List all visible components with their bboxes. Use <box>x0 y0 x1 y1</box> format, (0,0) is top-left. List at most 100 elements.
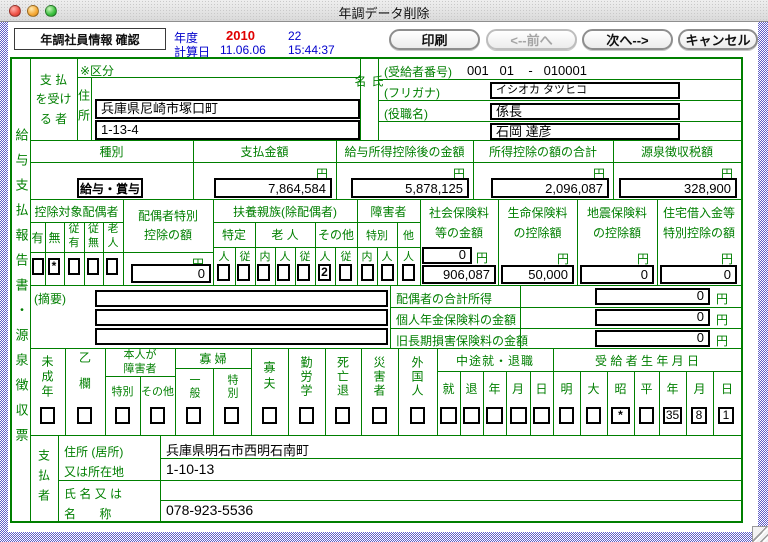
print-button[interactable]: 印刷 <box>389 29 480 50</box>
widower-checkbox[interactable] <box>262 407 277 424</box>
furigana-label: (フリガナ) <box>384 84 440 101</box>
dependents-count-box[interactable] <box>237 264 250 281</box>
housing-loan-field[interactable]: 0 <box>660 265 737 284</box>
life-insurance-field[interactable]: 50,000 <box>501 265 574 284</box>
spouse-sub-has-checkbox[interactable] <box>68 258 80 275</box>
next-button[interactable]: 次へ--> <box>582 29 673 50</box>
widow-general-checkbox[interactable] <box>186 407 201 424</box>
window-title: 年調データ削除 <box>0 3 768 22</box>
dependents-count-box[interactable] <box>339 264 352 281</box>
dependents-count-box[interactable] <box>217 264 230 281</box>
long-term-damage-field[interactable]: 0 <box>595 330 710 347</box>
self-disability-special-label: 特別 <box>105 376 140 405</box>
divider <box>160 500 741 501</box>
furigana-field[interactable]: イシオカ タツヒコ <box>490 82 680 99</box>
titlebar[interactable]: 年調データ削除 <box>0 0 768 22</box>
resize-grip[interactable] <box>752 526 768 542</box>
spouse-sub-none-checkbox[interactable] <box>87 258 99 275</box>
otsu-column-label: 乙欄 <box>65 349 105 405</box>
dependents-unit-label: 人 <box>315 247 335 264</box>
spouse-has-checkbox[interactable] <box>32 258 44 275</box>
dependents-count-box[interactable] <box>257 264 270 281</box>
yen-label: 円 <box>716 290 728 307</box>
payer-name-line2[interactable]: 078-923-5536 <box>166 502 253 518</box>
withholding-slip-table: 支 払 を受け る 者 ※区分 住所 兵庫県尼崎市塚口町 1-13-4 氏名 (… <box>10 57 743 523</box>
recipient-address-line1-field[interactable]: 兵庫県尼崎市塚口町 <box>95 99 360 119</box>
self-disability-other-checkbox[interactable] <box>150 407 165 424</box>
recipient-name-field[interactable]: 石岡 達彦 <box>490 123 680 140</box>
era-heisei-checkbox[interactable] <box>639 407 654 424</box>
minor-checkbox[interactable] <box>40 407 55 424</box>
midway-header: 中途就・退職 <box>437 349 553 371</box>
payer-address-line1[interactable]: 兵庫県明石市西明石南町 <box>166 440 309 459</box>
payment-amount-field[interactable]: 7,864,584 <box>214 178 332 198</box>
birth-year-label: 年 <box>659 371 686 405</box>
prev-button[interactable]: <--前へ <box>486 29 577 50</box>
widow-special-checkbox[interactable] <box>224 407 239 424</box>
disability-count-box[interactable] <box>361 264 374 281</box>
spouse-none-checkbox[interactable]: * <box>48 258 60 275</box>
note-line-field[interactable] <box>95 309 388 326</box>
working-student-checkbox[interactable] <box>299 407 314 424</box>
divider <box>30 252 213 253</box>
pension-premium-field[interactable]: 0 <box>595 309 710 326</box>
recipient-address-label: 住所 <box>77 77 91 141</box>
midway-month-box[interactable] <box>510 407 527 424</box>
earthquake-insurance-label: 地震保険料 の控除額 <box>577 200 657 247</box>
total-deduction-field[interactable]: 2,096,087 <box>491 178 609 198</box>
spouse-col-label: 無 <box>45 222 64 252</box>
otsu-checkbox[interactable] <box>77 407 92 424</box>
midway-year-box[interactable] <box>486 407 503 424</box>
death-retire-checkbox[interactable] <box>335 407 350 424</box>
dependents-unit-label: 人 <box>275 247 295 264</box>
midway-col-label: 日 <box>530 371 553 405</box>
note-line-field[interactable] <box>95 328 388 345</box>
pension-premium-label: 個人年金保険料の金額 <box>396 311 516 328</box>
dependents-count-box[interactable] <box>297 264 310 281</box>
payment-section: 種別 支払金額 給与所得控除後の金額 所得控除の額の合計 源泉徴収税額 円 円 … <box>12 141 741 200</box>
spouse-col-label: 老 人 <box>103 222 123 252</box>
cancel-button[interactable]: キャンセル <box>678 29 758 50</box>
spouse-income-field[interactable]: 0 <box>595 288 710 305</box>
midway-col-label: 年 <box>483 371 506 405</box>
social-insurance-top-field[interactable]: 0 <box>422 247 472 264</box>
recipient-number-value: 001 01 - 010001 <box>467 63 587 78</box>
divider <box>58 436 59 521</box>
summary-section: (摘要) 配偶者の合計所得 0 円 個人年金保険料の金額 0 円 旧長期損害保険… <box>12 286 741 349</box>
spouse-elderly-checkbox[interactable] <box>106 258 118 275</box>
content-panel: 年調社員情報 確認 年度 2010 22 計算日 11.06.06 15:44:… <box>8 22 758 532</box>
widow-general-label: 一般 <box>175 368 213 405</box>
spouse-special-field[interactable]: 0 <box>131 264 211 283</box>
dependents-count-box[interactable] <box>277 264 290 281</box>
housing-loan-label: 住宅借入金等 特別控除の額 <box>657 200 741 247</box>
birth-month-box[interactable]: 8 <box>691 407 707 424</box>
social-insurance-field[interactable]: 906,087 <box>422 265 496 284</box>
self-disability-special-checkbox[interactable] <box>115 407 130 424</box>
midway-join-box[interactable] <box>440 407 457 424</box>
birth-day-box[interactable]: 1 <box>718 407 734 424</box>
era-meiji-checkbox[interactable] <box>559 407 574 424</box>
disability-count-box[interactable] <box>381 264 394 281</box>
app-window: 年調データ削除 年調社員情報 確認 年度 2010 22 計算日 11.06.0… <box>0 0 768 542</box>
era-taisho-checkbox[interactable] <box>586 407 601 424</box>
disability-count-box[interactable] <box>402 264 415 281</box>
foreigner-checkbox[interactable] <box>410 407 425 424</box>
after-deduction-field[interactable]: 5,878,125 <box>351 178 469 198</box>
payer-address-line2[interactable]: 1-10-13 <box>166 461 214 477</box>
life-insurance-label: 生命保険料 の控除額 <box>498 200 577 247</box>
midway-day-box[interactable] <box>533 407 550 424</box>
recipient-address-line2-field[interactable]: 1-13-4 <box>95 120 360 140</box>
dependents-count-box[interactable]: 2 <box>318 264 331 281</box>
withholding-field[interactable]: 328,900 <box>619 178 737 198</box>
dependents-unit-label: 従 <box>235 247 255 264</box>
era-showa-checkbox[interactable]: * <box>611 407 630 424</box>
birth-year-box[interactable]: 35 <box>663 407 682 424</box>
position-field[interactable]: 係長 <box>490 103 680 120</box>
midway-leave-box[interactable] <box>463 407 480 424</box>
type-header: 種別 <box>30 141 193 162</box>
disaster-checkbox[interactable] <box>372 407 387 424</box>
earthquake-insurance-field[interactable]: 0 <box>580 265 654 284</box>
note-line-field[interactable] <box>95 290 388 307</box>
birth-date-header: 受 給 者 生 年 月 日 <box>553 349 741 371</box>
payment-type-field[interactable]: 給与・賞与 <box>77 178 143 198</box>
